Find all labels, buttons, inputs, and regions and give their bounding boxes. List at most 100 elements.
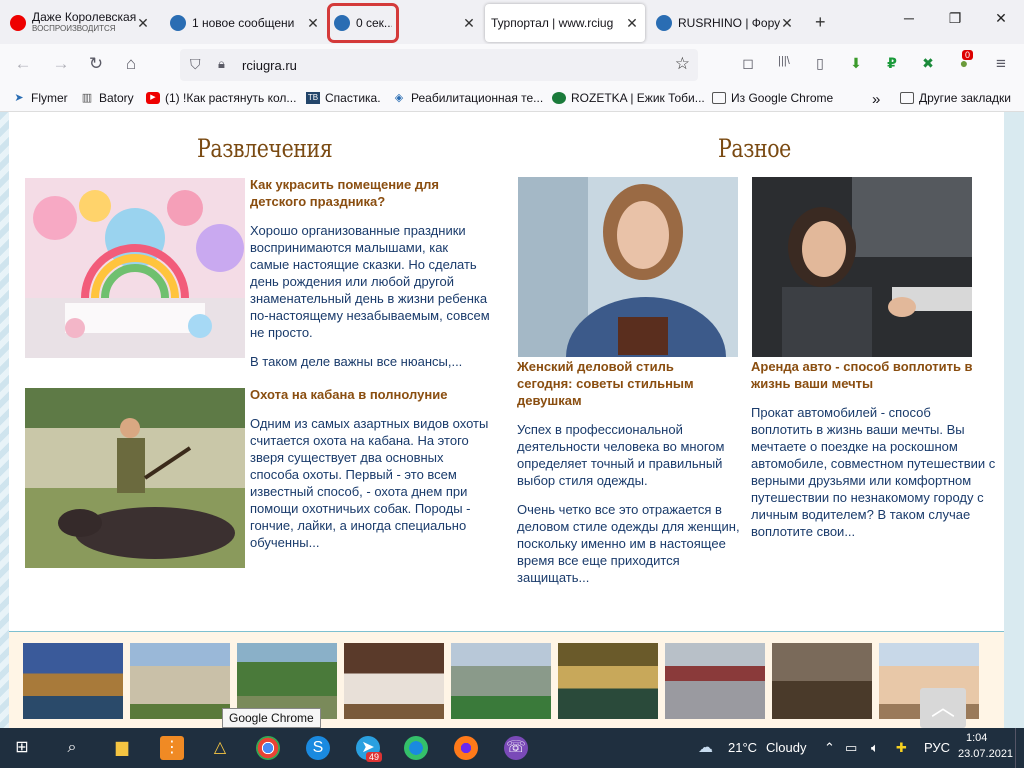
- more-bookmarks-button[interactable]: »: [872, 91, 880, 108]
- bookmark-folder-chrome[interactable]: Из Google Chrome: [712, 91, 833, 105]
- scroll-to-top-button[interactable]: ︿: [920, 688, 966, 728]
- bookmark-flymer[interactable]: ➤ Flymer: [12, 91, 67, 105]
- site-icon: [334, 15, 350, 31]
- article-text: Одним из самых азартных видов охоты счит…: [250, 416, 489, 550]
- close-tab-icon[interactable]: ✕: [306, 15, 320, 32]
- edge-icon[interactable]: [404, 736, 428, 760]
- network-icon[interactable]: ▭: [845, 740, 857, 756]
- bookmark-spastika[interactable]: ТВ Спастика.: [306, 91, 381, 105]
- tab-strip: Даже Королевская ВОСПРОИЗВОДИТСЯ ✕ 1 ново…: [0, 0, 1024, 44]
- bookmark-other[interactable]: Другие закладки: [900, 91, 1011, 105]
- tab-turportal[interactable]: Турпортал | www.rciug ✕: [485, 4, 645, 42]
- close-tab-icon[interactable]: ✕: [625, 15, 639, 32]
- home-button[interactable]: ⌂: [120, 54, 142, 74]
- nav-bar: ← → ↻ ⌂ ⛉ 🔒︎ rciugra.ru ☆ ◻ |||\ ▯ ⬇ ₽ ✖…: [0, 44, 1024, 86]
- cross-extension-icon[interactable]: ✖: [918, 55, 938, 72]
- file-explorer-icon[interactable]: ▆: [110, 736, 134, 760]
- bird-icon: ➤: [14, 92, 24, 104]
- article-more: В таком деле важны все нюансы,...: [250, 354, 463, 369]
- tab-youtube[interactable]: Даже Королевская ВОСПРОИЗВОДИТСЯ ✕: [4, 4, 156, 42]
- url-text[interactable]: rciugra.ru: [242, 58, 297, 73]
- close-tab-icon[interactable]: ✕: [136, 15, 150, 32]
- section-title-misc: Разное: [718, 134, 791, 163]
- gallery-image[interactable]: [665, 643, 765, 719]
- gallery-image[interactable]: [772, 643, 872, 719]
- rozetka-icon: [552, 92, 566, 104]
- close-tab-icon[interactable]: ✕: [462, 15, 476, 32]
- extension-badge: 0: [962, 50, 974, 60]
- bookmark-star-icon[interactable]: ☆: [675, 54, 690, 74]
- bookmarks-bar: ➤ Flymer ▥ Batory ▶ (1) !Как растянуть кол.…: [0, 86, 1024, 112]
- boar-hunt-image[interactable]: [25, 388, 245, 568]
- clock-time[interactable]: 1:04: [966, 732, 987, 744]
- app-triangle-icon[interactable]: △: [208, 736, 232, 760]
- youtube-icon: [10, 15, 26, 31]
- sidebar-icon[interactable]: ▯: [810, 55, 830, 72]
- tab-timer[interactable]: 0 сек...: [327, 3, 399, 43]
- app-icon[interactable]: ⋮: [160, 736, 184, 760]
- article-title[interactable]: Охота на кабана в полнолуние: [250, 386, 490, 403]
- weather-icon[interactable]: ☁: [698, 738, 713, 756]
- site-icon: [656, 15, 672, 31]
- pocket-icon[interactable]: ◻: [738, 55, 758, 72]
- article-title[interactable]: Как украсить помещение для детского праз…: [250, 176, 490, 210]
- site-icon: ТВ: [306, 92, 320, 104]
- folder-icon: [900, 92, 914, 104]
- bookmark-rehab[interactable]: ◈ Реабилитационная те...: [392, 91, 543, 105]
- firefox-icon[interactable]: [454, 736, 478, 760]
- gallery-image[interactable]: [130, 643, 230, 719]
- gallery-image[interactable]: [451, 643, 551, 719]
- tab-messages[interactable]: 1 новое сообщени ✕: [164, 4, 326, 42]
- volume-icon[interactable]: 🔈︎: [871, 740, 879, 756]
- weather-temp[interactable]: 21°C: [728, 740, 757, 755]
- library-icon[interactable]: |||\: [774, 55, 794, 67]
- close-window-button[interactable]: ✕: [986, 10, 1016, 27]
- tooltip: Google Chrome: [222, 708, 321, 728]
- gallery-image[interactable]: [558, 643, 658, 719]
- tab-rusrhino[interactable]: RUSRHINO | Форум ✕: [650, 4, 800, 42]
- car-rental-image[interactable]: [752, 177, 972, 357]
- taskbar: ⊞ ⌕ ▆ ⋮ △ S ➤ 49 ☏ ☁ 21°C Cloudy ⌃ ▭ 🔈︎ …: [0, 728, 1024, 768]
- article-title[interactable]: Женский деловой стиль сегодня: советы ст…: [517, 358, 727, 409]
- tab-title: 0 сек...: [356, 16, 392, 30]
- clock-date[interactable]: 23.07.2021: [958, 748, 1013, 760]
- bookmark-batory[interactable]: ▥ Batory: [80, 91, 134, 105]
- gallery-image[interactable]: [23, 643, 123, 719]
- article-text: Прокат автомобилей - способ воплотить в …: [751, 405, 996, 539]
- tab-title: RUSRHINO | Форум: [678, 16, 780, 30]
- chrome-icon[interactable]: [256, 736, 280, 760]
- tab-timer-close[interactable]: ✕: [456, 4, 480, 42]
- minimize-button[interactable]: ─: [894, 10, 924, 26]
- party-decor-image[interactable]: [25, 178, 245, 358]
- maximize-button[interactable]: ❐: [940, 10, 970, 27]
- skype-icon[interactable]: S: [306, 736, 330, 760]
- gallery-image[interactable]: [344, 643, 444, 719]
- shield-icon[interactable]: ⛉: [190, 56, 201, 73]
- show-hidden-icons[interactable]: ⌃: [824, 740, 835, 756]
- tray-app-icon[interactable]: ✚: [896, 740, 907, 756]
- search-icon[interactable]: ⌕: [60, 736, 84, 760]
- forward-button[interactable]: →: [50, 54, 72, 74]
- tab-title: Турпортал | www.rciug: [491, 16, 614, 30]
- show-desktop-button[interactable]: [1015, 728, 1024, 768]
- lock-icon[interactable]: 🔒︎: [218, 56, 225, 72]
- ruble-extension-icon[interactable]: ₽: [882, 55, 902, 72]
- language-indicator[interactable]: РУС: [924, 740, 950, 755]
- download-extension-icon[interactable]: ⬇: [846, 55, 866, 72]
- bookmark-rozetka[interactable]: ROZETKA | Ежик Тоби...: [552, 91, 705, 105]
- badge-icon: ◈: [394, 92, 404, 104]
- business-woman-image[interactable]: [518, 177, 738, 357]
- url-bar[interactable]: ⛉ 🔒︎ rciugra.ru ☆: [180, 49, 698, 81]
- menu-button[interactable]: ≡: [990, 54, 1012, 74]
- viber-icon[interactable]: ☏: [504, 736, 528, 760]
- web-content: Развлечения Разное Как украсить помещени…: [0, 112, 1024, 728]
- back-button[interactable]: ←: [12, 54, 34, 74]
- bookmark-youtube[interactable]: ▶ (1) !Как растянуть кол...: [146, 91, 296, 105]
- article-more: Очень четко все это отражается в деловом…: [517, 502, 740, 585]
- reload-button[interactable]: ↻: [85, 54, 107, 74]
- weather-condition[interactable]: Cloudy: [766, 740, 806, 755]
- close-tab-icon[interactable]: ✕: [780, 15, 794, 32]
- new-tab-button[interactable]: +: [815, 12, 826, 33]
- windows-start-icon[interactable]: ⊞: [10, 736, 34, 760]
- article-title[interactable]: Аренда авто - способ воплотить в жизнь в…: [751, 358, 991, 392]
